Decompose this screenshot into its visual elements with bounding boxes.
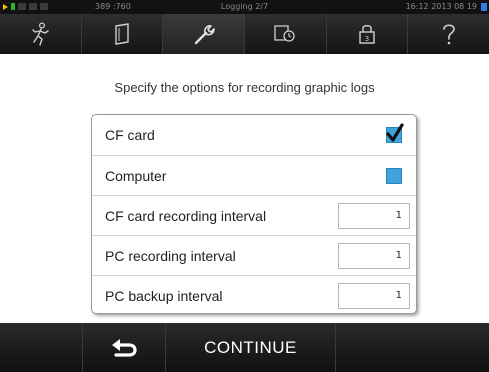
option-pc-recording-interval: PC recording interval 1 [92,235,416,275]
option-cf-card[interactable]: CF card [92,115,416,155]
logging-options-panel: CF card Computer CF card recording inter… [91,114,417,314]
continue-button[interactable]: CONTINUE [166,323,336,372]
cf-card-checkbox[interactable] [386,123,404,143]
pc-backup-interval-field[interactable]: 1 [338,283,410,309]
option-cf-card-recording-interval: CF card recording interval 1 [92,195,416,235]
bottom-bar: CONTINUE [0,323,489,372]
page-heading: Specify the options for recording graphi… [114,80,375,95]
tool-settings[interactable] [163,14,246,54]
wrench-icon [194,25,215,45]
screen-timer-icon [274,25,295,42]
tool-access[interactable]: 3 [327,14,409,54]
running-man-icon [32,22,50,46]
option-computer[interactable]: Computer [92,155,416,195]
main-toolbar: 3 [0,14,489,54]
computer-checkbox[interactable] [386,168,402,184]
status-datetime: 16:12 2013 08 19 [405,2,477,11]
back-arrow-icon [112,338,137,357]
checkmark-icon [386,123,404,142]
tool-panel[interactable] [82,14,164,54]
panel-icon [115,23,129,45]
question-mark-icon [442,24,455,45]
tool-help[interactable] [408,14,489,54]
status-bar: 389 :760 Logging 2/7 16:12 2013 08 19 [0,0,489,14]
pc-recording-interval-field[interactable]: 1 [338,243,410,269]
option-pc-backup-interval: PC backup interval 1 [92,275,416,315]
tool-program[interactable] [245,14,327,54]
option-label: CF card [105,127,155,143]
battery-icon [481,3,487,11]
option-label: Computer [105,167,167,184]
cf-card-interval-field[interactable]: 1 [338,203,410,229]
back-button[interactable] [82,323,166,372]
tool-operation[interactable] [0,14,82,54]
svg-text:3: 3 [365,35,369,43]
lock-icon: 3 [359,25,375,44]
